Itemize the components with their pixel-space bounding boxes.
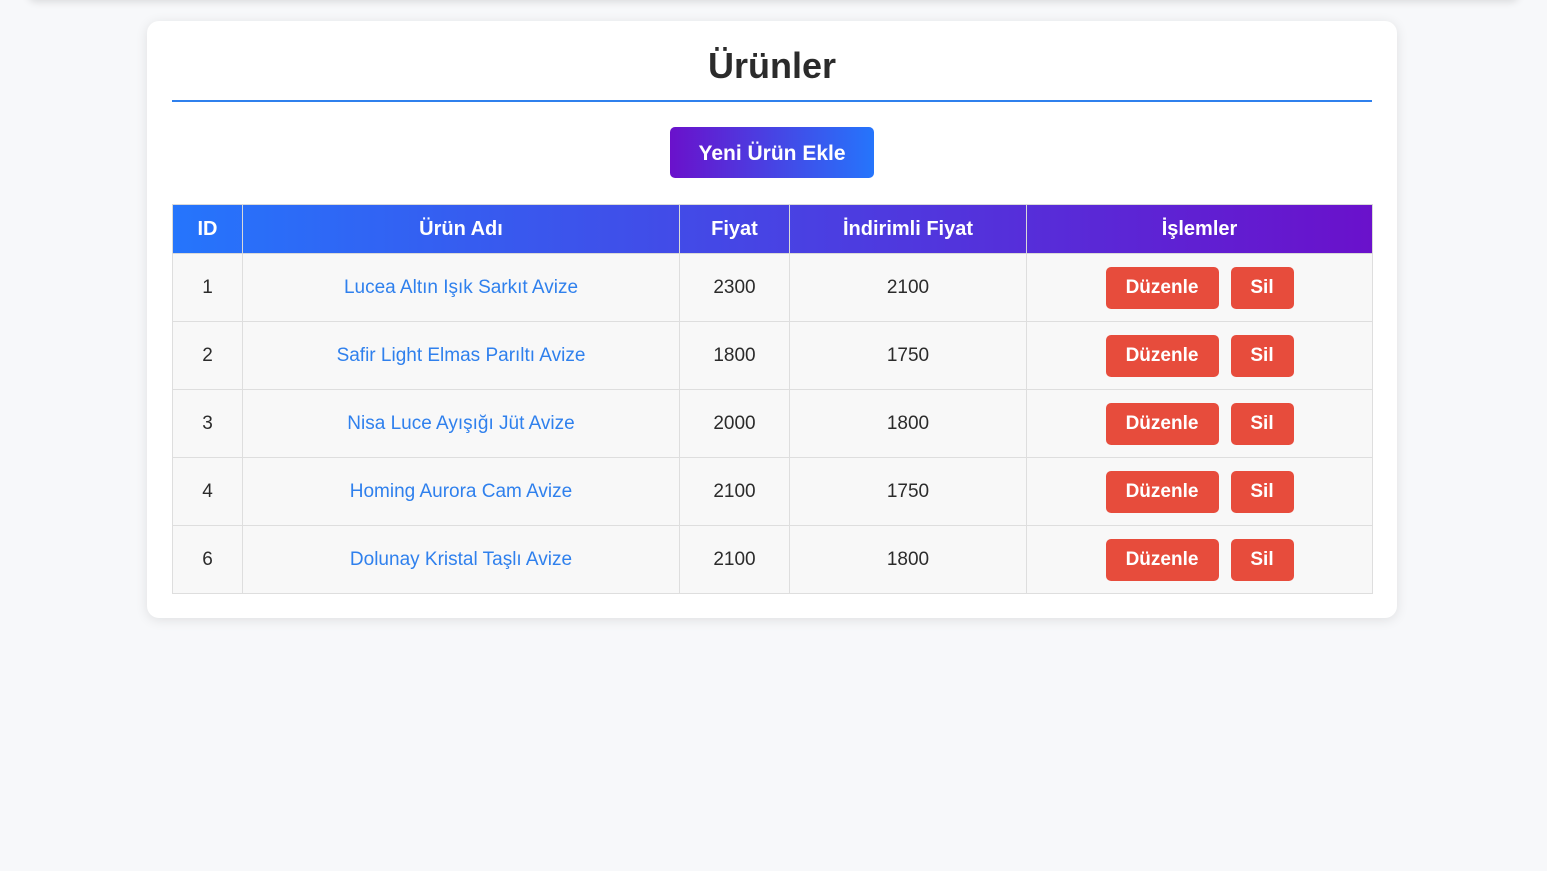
table-row: 1 Lucea Altın Işık Sarkıt Avize 2300 210… [172,253,1373,322]
cell-name: Homing Aurora Cam Avize [242,457,680,526]
product-name-link[interactable]: Lucea Altın Işık Sarkıt Avize [344,277,578,298]
cell-price: 1800 [679,321,790,390]
cell-id: 1 [172,253,243,322]
cell-actions: Düzenle Sil [1026,389,1373,458]
add-product-button[interactable]: Yeni Ürün Ekle [670,127,874,178]
cell-discount-price: 1750 [789,457,1027,526]
table-header: ID Ürün Adı Fiyat İndirimli Fiyat İşleml… [172,204,1373,254]
cell-actions: Düzenle Sil [1026,457,1373,526]
cell-name: Lucea Altın Işık Sarkıt Avize [242,253,680,322]
page-title: Ürünler [707,45,837,86]
cell-name: Nisa Luce Ayışığı Jüt Avize [242,389,680,458]
column-header-discount-price: İndirimli Fiyat [789,204,1027,254]
cell-discount-price: 1800 [789,389,1027,458]
table-row: 4 Homing Aurora Cam Avize 2100 1750 Düze… [172,457,1373,526]
table-row: 6 Dolunay Kristal Taşlı Avize 2100 1800 … [172,525,1373,594]
table-row: 3 Nisa Luce Ayışığı Jüt Avize 2000 1800 … [172,389,1373,458]
cell-discount-price: 1800 [789,525,1027,594]
column-header-price: Fiyat [679,204,790,254]
cell-actions: Düzenle Sil [1026,253,1373,322]
cell-id: 3 [172,389,243,458]
products-table: ID Ürün Adı Fiyat İndirimli Fiyat İşleml… [172,204,1373,594]
product-name-link[interactable]: Homing Aurora Cam Avize [350,481,572,502]
delete-button[interactable]: Sil [1230,334,1294,377]
cell-actions: Düzenle Sil [1026,321,1373,390]
column-header-name: Ürün Adı [242,204,680,254]
product-name-link[interactable]: Nisa Luce Ayışığı Jüt Avize [347,413,574,434]
products-card: Ürünler Yeni Ürün Ekle ID Ürün Adı Fiyat… [147,21,1397,618]
delete-button[interactable]: Sil [1230,538,1294,581]
cell-price: 2300 [679,253,790,322]
column-header-id: ID [172,204,243,254]
cell-discount-price: 2100 [789,253,1027,322]
cell-id: 4 [172,457,243,526]
cell-id: 6 [172,525,243,594]
delete-button[interactable]: Sil [1230,266,1294,309]
cell-price: 2000 [679,389,790,458]
cell-price: 2100 [679,457,790,526]
cell-discount-price: 1750 [789,321,1027,390]
delete-button[interactable]: Sil [1230,470,1294,513]
edit-button[interactable]: Düzenle [1105,470,1219,513]
cell-name: Safir Light Elmas Parıltı Avize [242,321,680,390]
product-name-link[interactable]: Dolunay Kristal Taşlı Avize [350,549,572,570]
column-header-actions: İşlemler [1026,204,1373,254]
title-divider [172,100,1372,102]
table-row: 2 Safir Light Elmas Parıltı Avize 1800 1… [172,321,1373,390]
cell-price: 2100 [679,525,790,594]
cell-name: Dolunay Kristal Taşlı Avize [242,525,680,594]
cell-id: 2 [172,321,243,390]
edit-button[interactable]: Düzenle [1105,538,1219,581]
actions-bar: Yeni Ürün Ekle [172,127,1372,179]
product-name-link[interactable]: Safir Light Elmas Parıltı Avize [337,345,586,366]
edit-button[interactable]: Düzenle [1105,402,1219,445]
table-header-row: ID Ürün Adı Fiyat İndirimli Fiyat İşleml… [172,204,1373,254]
edit-button[interactable]: Düzenle [1105,334,1219,377]
edit-button[interactable]: Düzenle [1105,266,1219,309]
table-body: 1 Lucea Altın Işık Sarkıt Avize 2300 210… [172,253,1373,594]
delete-button[interactable]: Sil [1230,402,1294,445]
cell-actions: Düzenle Sil [1026,525,1373,594]
